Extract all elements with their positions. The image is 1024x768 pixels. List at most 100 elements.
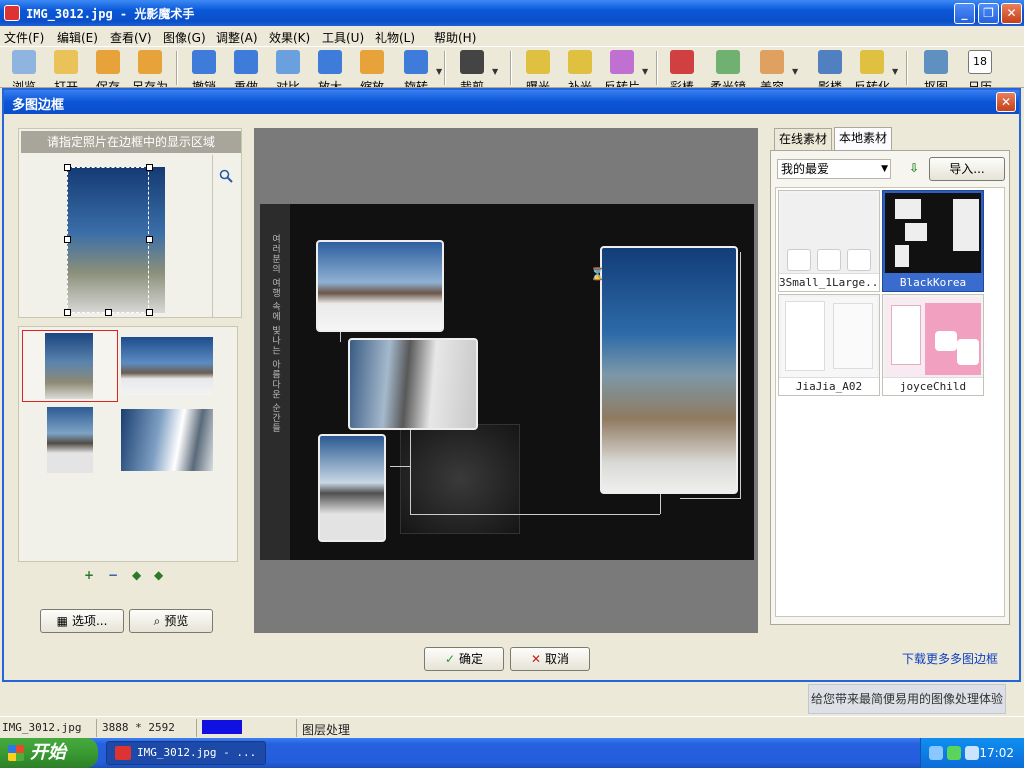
preview-button[interactable]: ⌕ 预览 — [129, 609, 213, 633]
material-item-selected[interactable]: BlackKorea — [882, 190, 984, 292]
toolbar-slide-film-button[interactable]: 反转片 — [604, 50, 640, 87]
signal-icon[interactable] — [947, 746, 961, 760]
volume-icon[interactable] — [965, 746, 979, 760]
ok-button[interactable]: ✓ 确定 — [424, 647, 504, 671]
category-select[interactable]: 我的最爱 ▼ — [777, 159, 891, 179]
taskbar-app-item[interactable]: IMG_3012.jpg - ... — [106, 741, 266, 765]
toolbar-eye-button[interactable]: 浏览 — [6, 50, 42, 87]
dropdown-arrow-icon[interactable]: ▼ — [892, 67, 898, 76]
toolbar-label: 保存 — [95, 80, 120, 88]
toolbar-redo-button[interactable]: 重做 — [228, 50, 264, 87]
toolbar-label: 曝光 — [525, 80, 550, 88]
toolbar-separator — [510, 51, 512, 85]
tab-online-materials[interactable]: 在线素材 — [774, 128, 833, 150]
toolbar-exposure-button[interactable]: 曝光 — [520, 50, 556, 88]
fill-light-icon — [568, 50, 592, 74]
photo-thumbnail[interactable] — [121, 409, 213, 471]
toolbar-folder-button[interactable]: 打开 — [48, 50, 84, 87]
crop-handle[interactable] — [105, 309, 112, 316]
menu-view[interactable]: 查看(V) — [110, 29, 152, 46]
frame-photo-slot[interactable] — [600, 246, 738, 494]
dropdown-arrow-icon[interactable]: ▼ — [642, 67, 648, 76]
materials-grid: 3Small_1Large... BlackKorea JiaJia_A02 j… — [775, 187, 1005, 617]
photo-thumbnail[interactable] — [121, 337, 213, 395]
crop-handle[interactable] — [146, 164, 153, 171]
toolbar-save-button[interactable]: 保存 — [90, 50, 126, 88]
frame-photo-slot[interactable] — [348, 338, 478, 430]
toolbar-compare-button[interactable]: 对比 — [270, 50, 306, 87]
menu-tools[interactable]: 工具(U) — [322, 29, 364, 46]
status-dimensions: 3888 * 2592 — [102, 721, 175, 734]
maximize-button[interactable]: ❐ — [978, 3, 999, 24]
toolbar-soft-filter-button[interactable]: 柔光镜 — [710, 50, 746, 87]
move-left-button[interactable]: ◆ — [132, 568, 141, 582]
crop-handle[interactable] — [64, 309, 71, 316]
toolbar-rotate-button[interactable]: 旋转 — [398, 50, 434, 87]
toolbar-fill-light-button[interactable]: 补光 — [562, 50, 598, 87]
status-progress — [202, 720, 242, 734]
options-button[interactable]: ▦ 选项... — [40, 609, 124, 633]
compare-icon — [276, 50, 300, 74]
menu-help[interactable]: 帮助(H) — [434, 29, 476, 46]
crop-handle[interactable] — [64, 164, 71, 171]
save-as-icon — [138, 50, 162, 74]
material-item[interactable]: joyceChild — [882, 294, 984, 396]
material-item[interactable]: JiaJia_A02 — [778, 294, 880, 396]
import-button[interactable]: 导入... — [929, 157, 1005, 181]
menu-effects[interactable]: 效果(K) — [269, 29, 310, 46]
cancel-button[interactable]: ✕ 取消 — [510, 647, 590, 671]
material-label: BlackKorea — [883, 273, 983, 291]
crop-handle[interactable] — [64, 236, 71, 243]
minimize-button[interactable]: _ — [954, 3, 975, 24]
close-button[interactable]: ✕ — [1001, 3, 1022, 24]
frame-photo-slot[interactable] — [318, 434, 386, 542]
toolbar-zoom-in-button[interactable]: 放大 — [312, 50, 348, 87]
menu-adjust[interactable]: 调整(A) — [216, 29, 258, 46]
crop-icon — [460, 50, 484, 74]
material-label: 3Small_1Large... — [779, 273, 879, 291]
menu-gifts[interactable]: 礼物(L) — [375, 29, 415, 46]
photo-thumbnail[interactable] — [22, 330, 118, 402]
multi-frame-dialog: 多图边框 ✕ 请指定照片在边框中的显示区域 + − ◆ ◆ ▦ 选项... ⌕ … — [2, 88, 1021, 682]
toolbar-cutout-button[interactable]: 抠图 — [918, 50, 954, 87]
toolbar-crop-button[interactable]: 裁剪 — [454, 50, 490, 87]
toolbar-label: 彩棒 — [669, 80, 694, 88]
menu-edit[interactable]: 编辑(E) — [57, 29, 98, 46]
toolbar-calendar-button[interactable]: 18 日历 — [962, 50, 998, 87]
crop-handle[interactable] — [146, 236, 153, 243]
zoom-icon[interactable] — [219, 169, 233, 187]
dropdown-arrow-icon[interactable]: ▼ — [792, 67, 798, 76]
material-item[interactable]: 3Small_1Large... — [778, 190, 880, 292]
toolbar-save-as-button[interactable]: 另存为 — [132, 50, 169, 88]
system-tray: 17:02 — [920, 738, 1024, 768]
toolbar-resize-button[interactable]: 缩放 — [354, 50, 390, 87]
toolbar-studio-button[interactable]: 影楼 — [812, 50, 848, 87]
download-arrow-icon[interactable]: ⇩ — [909, 161, 919, 175]
menu-image[interactable]: 图像(G) — [163, 29, 206, 46]
add-photo-button[interactable]: + — [84, 568, 94, 582]
frame-photo-slot[interactable] — [316, 240, 444, 332]
toolbar-beauty-button[interactable]: 美容 — [754, 50, 790, 87]
toolbar-undo-button[interactable]: 撤销 — [186, 50, 222, 87]
network-icon[interactable] — [929, 746, 943, 760]
tab-local-materials[interactable]: 本地素材 — [834, 127, 893, 151]
chevron-down-icon: ▼ — [881, 164, 888, 174]
title-bar: IMG_3012.jpg - 光影魔术手 _ ❐ ✕ — [0, 0, 1024, 26]
crop-selection[interactable] — [67, 167, 149, 313]
toolbar-invert-button[interactable]: 反转化 — [854, 50, 890, 87]
dropdown-arrow-icon[interactable]: ▼ — [492, 67, 498, 76]
dropdown-arrow-icon[interactable]: ▼ — [436, 67, 442, 76]
toolbar-color-wand-button[interactable]: 彩棒 — [664, 50, 700, 88]
toolbar-label: 另存为 — [132, 80, 169, 88]
dialog-title-bar: 多图边框 ✕ — [4, 90, 1019, 114]
menu-file[interactable]: 文件(F) — [4, 29, 44, 46]
start-button[interactable]: 开始 — [0, 738, 98, 768]
photo-thumbnail[interactable] — [47, 407, 93, 473]
toolbar: 浏览 打开 保存 另存为 撤销 重做 对比 放大 缩放 旋转 ▼ 裁剪 ▼ 曝光 补光 反转片 ▼ 彩棒 柔光镜 美容… — [0, 46, 1024, 88]
move-right-button[interactable]: ◆ — [154, 568, 163, 582]
download-more-link[interactable]: 下载更多多图边框 — [902, 650, 998, 667]
exposure-icon — [526, 50, 550, 74]
dialog-close-button[interactable]: ✕ — [996, 92, 1016, 112]
remove-photo-button[interactable]: − — [108, 568, 118, 582]
crop-handle[interactable] — [146, 309, 153, 316]
